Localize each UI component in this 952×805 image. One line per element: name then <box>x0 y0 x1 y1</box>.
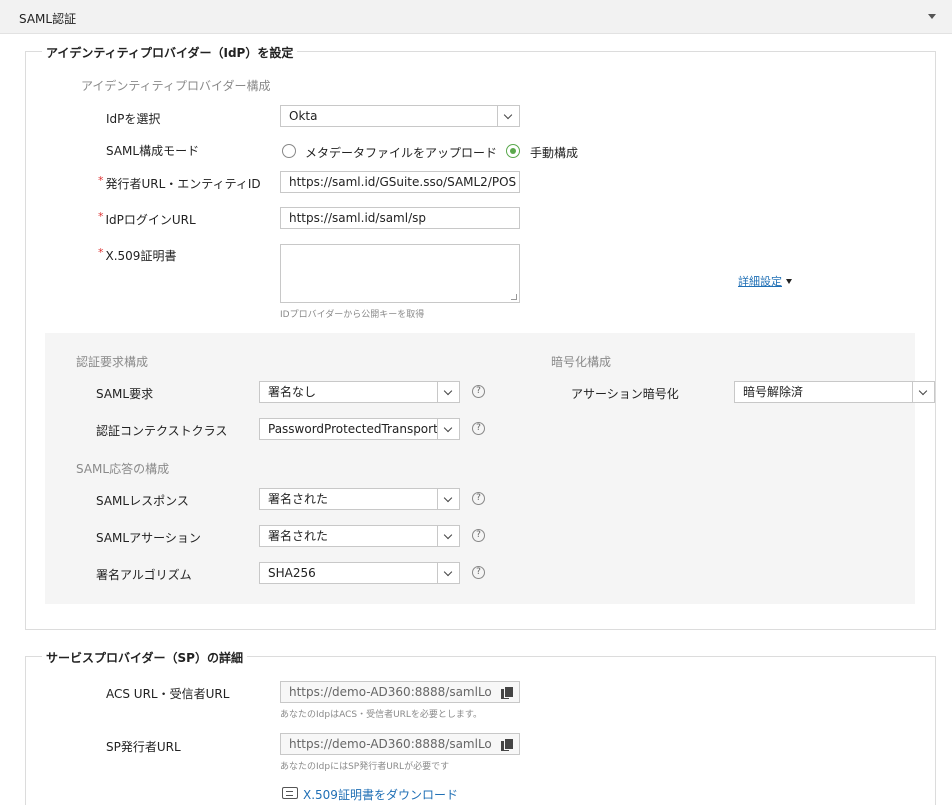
context-class-select[interactable]: PasswordProtectedTransport <box>259 418 460 440</box>
acs-url-label: ACS URL・受信者URL <box>106 687 230 701</box>
sp-issuer-url-label: SP発行者URL <box>106 740 181 754</box>
saml-request-select[interactable]: 署名なし <box>259 381 460 403</box>
required-marker: * <box>98 174 104 187</box>
section-title: SAML認証 <box>19 12 77 26</box>
sp-legend: サービスプロバイダー（SP）の詳細 <box>42 649 247 666</box>
copy-icon[interactable] <box>501 686 514 699</box>
signature-algorithm-select[interactable]: SHA256 <box>259 562 460 584</box>
sp-issuer-url-input[interactable]: https://demo-AD360:8888/samlLo <box>280 733 520 755</box>
help-icon[interactable]: ? <box>472 492 485 505</box>
download-cert-link[interactable]: X.509証明書をダウンロード <box>303 786 458 803</box>
sp-issuer-url-hint: あなたのIdpにはSP発行者URLが必要です <box>280 762 450 772</box>
acs-url-input[interactable]: https://demo-AD360:8888/samlLo <box>280 681 520 703</box>
x509-cert-textarea[interactable] <box>280 244 520 303</box>
context-class-label: 認証コンテクストクラス <box>96 424 228 438</box>
idp-select[interactable]: Okta <box>280 105 520 127</box>
idp-login-url-label: * IdPログインURL <box>98 210 196 227</box>
copy-icon[interactable] <box>501 738 514 751</box>
x509-cert-hint: IDプロバイダーから公開キーを取得 <box>280 310 425 320</box>
chevron-down-icon[interactable] <box>437 489 459 509</box>
assertion-encryption-select[interactable]: 暗号解除済 <box>734 381 935 403</box>
radio-manual-config-label[interactable]: 手動構成 <box>530 144 578 161</box>
chevron-down-icon[interactable] <box>437 419 459 439</box>
caret-down-icon <box>786 279 792 284</box>
saml-assertion-select[interactable]: 署名された <box>259 525 460 547</box>
chevron-down-icon[interactable] <box>437 526 459 546</box>
issuer-url-input[interactable]: https://saml.id/GSuite.sso/SAML2/POS <box>280 171 520 193</box>
required-marker: * <box>98 210 104 223</box>
resize-grip-icon[interactable] <box>511 294 517 300</box>
chevron-down-icon[interactable] <box>497 106 519 126</box>
signature-algorithm-label: 署名アルゴリズム <box>96 568 192 582</box>
saml-response-select[interactable]: 署名された <box>259 488 460 510</box>
chevron-down-icon[interactable] <box>437 382 459 402</box>
encryption-heading: 暗号化構成 <box>551 355 612 369</box>
idp-legend: アイデンティティプロバイダー（IdP）を設定 <box>42 44 298 61</box>
radio-manual-config[interactable] <box>506 144 520 158</box>
idp-select-label: IdPを選択 <box>106 112 161 126</box>
saml-response-heading: SAML応答の構成 <box>76 462 170 476</box>
acs-url-hint: あなたのIdpはACS・受信者URLを必要とします。 <box>280 710 483 720</box>
help-icon[interactable]: ? <box>472 422 485 435</box>
sp-fieldset <box>25 656 936 805</box>
saml-request-label: SAML要求 <box>96 387 154 401</box>
issuer-url-label: * 発行者URL・エンティティID <box>98 174 261 191</box>
advanced-settings-link[interactable]: 詳細設定 <box>738 273 792 289</box>
section-header[interactable]: SAML認証 <box>0 0 952 34</box>
help-icon[interactable]: ? <box>472 385 485 398</box>
radio-upload-metadata[interactable] <box>282 144 296 158</box>
saml-config-panel <box>45 333 915 604</box>
idp-config-heading: アイデンティティプロバイダー構成 <box>81 79 271 93</box>
saml-mode-label: SAML構成モード <box>106 144 200 158</box>
x509-cert-label: * X.509証明書 <box>98 246 177 263</box>
chevron-down-icon[interactable] <box>437 563 459 583</box>
certificate-download-icon[interactable] <box>282 787 298 799</box>
saml-response-label: SAMLレスポンス <box>96 494 189 508</box>
assertion-encryption-label: アサーション暗号化 <box>571 387 679 401</box>
help-icon[interactable]: ? <box>472 566 485 579</box>
auth-request-heading: 認証要求構成 <box>76 355 149 369</box>
saml-assertion-label: SAMLアサーション <box>96 531 201 545</box>
radio-upload-metadata-label[interactable]: メタデータファイルをアップロード <box>305 144 497 161</box>
help-icon[interactable]: ? <box>472 529 485 542</box>
idp-select-value: Okta <box>289 109 318 123</box>
idp-login-url-input[interactable]: https://saml.id/saml/sp <box>280 207 520 229</box>
chevron-down-icon[interactable] <box>912 382 934 402</box>
collapse-caret-icon[interactable] <box>928 14 936 19</box>
required-marker: * <box>98 246 104 259</box>
